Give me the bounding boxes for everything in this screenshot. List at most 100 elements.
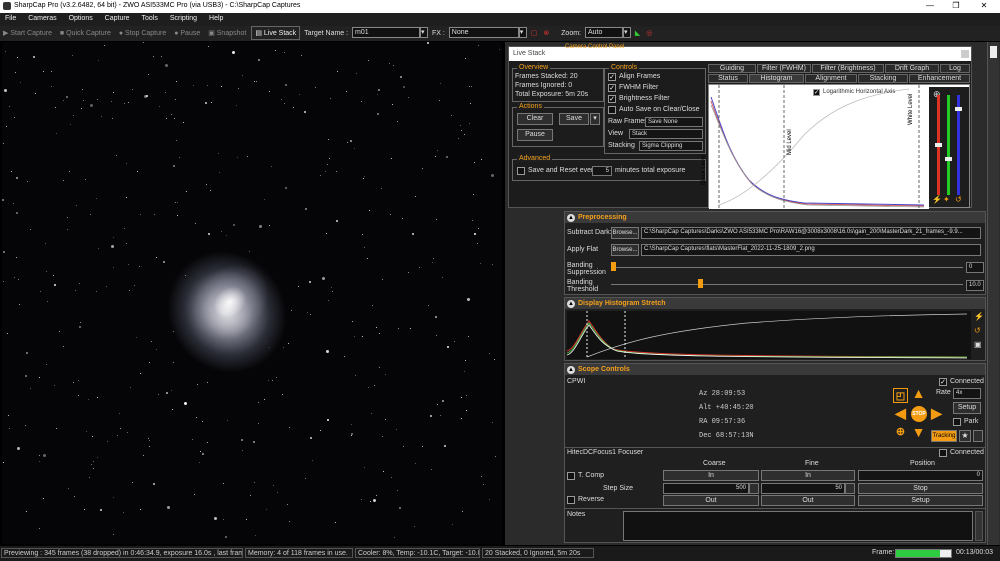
position-input[interactable]: 0 (858, 470, 983, 481)
coarse-step-input[interactable]: 500 (663, 483, 749, 494)
save-reset-checkbox[interactable] (517, 167, 525, 175)
banding-suppression-slider[interactable] (611, 267, 963, 268)
brightness-filter-checkbox[interactable]: ✓ (608, 95, 616, 103)
banding-threshold-handle[interactable] (698, 279, 703, 288)
view-select[interactable]: Stack (629, 129, 703, 139)
dark-path-select[interactable]: C:\SharpCap Captures\Darks\ZWO ASI533MC … (641, 227, 981, 239)
zoom-select[interactable]: Auto (584, 27, 623, 39)
target-icon[interactable]: ◎ (644, 26, 654, 40)
tab-alignment[interactable]: Alignment (805, 74, 857, 83)
fine-out-button[interactable]: Out (761, 495, 855, 506)
tab-enhancement[interactable]: Enhancement (909, 74, 970, 83)
tab-filter-fwhm[interactable]: Filter (FWHM) (757, 64, 811, 73)
reset-icon[interactable]: ↺ (955, 195, 962, 204)
log-axis-checkbox[interactable]: ✓ (813, 89, 820, 96)
start-capture-button[interactable]: ▶ Start Capture (0, 26, 55, 40)
rate-select[interactable]: 4x (953, 388, 981, 399)
east-arrow-icon[interactable]: ▶ (929, 406, 944, 421)
west-arrow-icon[interactable]: ◀ (893, 406, 908, 421)
focuser-stop-button[interactable]: Stop (858, 483, 983, 494)
live-stack-close-icon[interactable] (961, 50, 969, 58)
coarse-in-button[interactable]: In (663, 470, 759, 481)
align-frames-checkbox[interactable]: ✓ (608, 73, 616, 81)
histogram-icon[interactable]: ◣ (633, 26, 642, 40)
zoom-dropdown-icon[interactable]: ▾ (622, 27, 631, 39)
reverse-checkbox[interactable] (567, 496, 575, 504)
balance-icon[interactable]: ✦ (943, 195, 950, 204)
dock-scrollbar-thumb[interactable] (990, 46, 997, 58)
target-name-input[interactable]: m01 (352, 27, 421, 39)
menu-help[interactable]: Help (204, 13, 228, 24)
tab-histogram[interactable]: Histogram (749, 74, 804, 83)
minutes-input[interactable]: 5 (592, 166, 612, 176)
menu-options[interactable]: Options (64, 13, 98, 24)
display-histogram-header[interactable]: ▲ Display Histogram Stretch (565, 298, 985, 309)
stop-capture-button[interactable]: ● Stop Capture (116, 27, 169, 40)
notes-scrollbar[interactable] (975, 511, 983, 541)
stop-slew-button[interactable]: STOP (911, 406, 927, 422)
focuser-connected-checkbox[interactable] (939, 449, 947, 457)
park-checkbox[interactable] (953, 418, 961, 426)
pause-stack-button[interactable]: Pause (517, 129, 553, 141)
tab-status[interactable]: Status (708, 74, 748, 83)
tab-log[interactable]: Log (940, 64, 970, 73)
live-stack-button[interactable]: ▤ Live Stack (251, 26, 301, 40)
banding-suppression-value[interactable]: 0 (966, 262, 984, 273)
coarse-step-spinner[interactable] (749, 483, 759, 494)
flat-path-select[interactable]: C:\SharpCap Captures\flats\MasterFlat_20… (641, 244, 981, 256)
close-button[interactable]: ✕ (974, 1, 994, 10)
tab-drift-graph[interactable]: Drift Graph (885, 64, 939, 73)
collapse-icon[interactable]: ▲ (567, 300, 575, 308)
focuser-setup-button[interactable]: Setup (858, 495, 983, 506)
menu-cameras[interactable]: Cameras (23, 13, 61, 24)
menu-tools[interactable]: Tools (137, 13, 163, 24)
tracking-button[interactable]: Tracking (931, 430, 957, 442)
green-slider[interactable] (947, 95, 950, 195)
browse-flat-button[interactable]: Browse... (611, 244, 639, 256)
stack-histogram[interactable]: ✓ Logarithmic Horizontal Axis Black Leve… (701, 84, 970, 209)
fx-select[interactable]: None (448, 27, 519, 39)
banding-suppression-handle[interactable] (611, 262, 616, 271)
reset-stretch-icon[interactable]: ↺ (974, 326, 981, 335)
image-viewer[interactable] (2, 42, 502, 544)
menu-file[interactable]: File (0, 13, 21, 24)
reticle-icon[interactable]: ▢ (529, 26, 540, 40)
t-comp-checkbox[interactable] (567, 472, 575, 480)
spiral-search-icon[interactable]: ◰ (893, 388, 908, 403)
notes-textarea[interactable] (623, 511, 973, 541)
pause-button[interactable]: ● Pause (171, 27, 203, 40)
star-icon[interactable]: ★ (959, 430, 971, 442)
banding-threshold-slider[interactable] (611, 284, 963, 285)
minimize-button[interactable]: — (920, 1, 940, 10)
fine-step-input[interactable]: 50 (761, 483, 845, 494)
coarse-out-button[interactable]: Out (663, 495, 759, 506)
target-dropdown-icon[interactable]: ▾ (420, 27, 429, 39)
fine-in-button[interactable]: In (761, 470, 855, 481)
snapshot-button[interactable]: ▣ Snapshot (205, 26, 249, 40)
blue-slider-handle[interactable] (955, 107, 962, 111)
clear-button[interactable]: Clear (517, 113, 553, 125)
goto-target-icon[interactable]: ⊕ (893, 425, 908, 440)
fwhm-filter-checkbox[interactable]: ✓ (608, 84, 616, 92)
banding-threshold-value[interactable]: 10.0 (966, 280, 984, 291)
dock-scrollbar[interactable] (987, 42, 999, 545)
display-histogram-plot[interactable] (566, 311, 971, 359)
browse-dark-button[interactable]: Browse... (611, 227, 639, 239)
scope-controls-header[interactable]: ▲ Scope Controls (565, 364, 985, 375)
save-stretch-icon[interactable]: ▣ (974, 340, 982, 349)
green-slider-handle[interactable] (945, 157, 952, 161)
auto-stretch-icon[interactable]: ⚡ (974, 312, 984, 321)
quick-capture-button[interactable]: ■ Quick Capture (57, 27, 114, 40)
disable-icon[interactable]: ⊗ (541, 26, 551, 40)
menu-capture[interactable]: Capture (100, 13, 135, 24)
preprocessing-header[interactable]: ▲ Preprocessing (565, 212, 985, 223)
collapse-icon[interactable]: ▲ (567, 214, 575, 222)
scope-setup-button[interactable]: Setup (953, 402, 981, 414)
save-dropdown-icon[interactable]: ▾ (590, 113, 600, 125)
save-button[interactable]: Save (559, 113, 589, 125)
menu-scripting[interactable]: Scripting (165, 13, 202, 24)
north-arrow-icon[interactable]: ▲ (911, 386, 926, 401)
mount-connected-checkbox[interactable]: ✓ (939, 378, 947, 386)
auto-save-checkbox[interactable] (608, 106, 616, 114)
collapse-icon[interactable]: ▲ (567, 366, 575, 374)
